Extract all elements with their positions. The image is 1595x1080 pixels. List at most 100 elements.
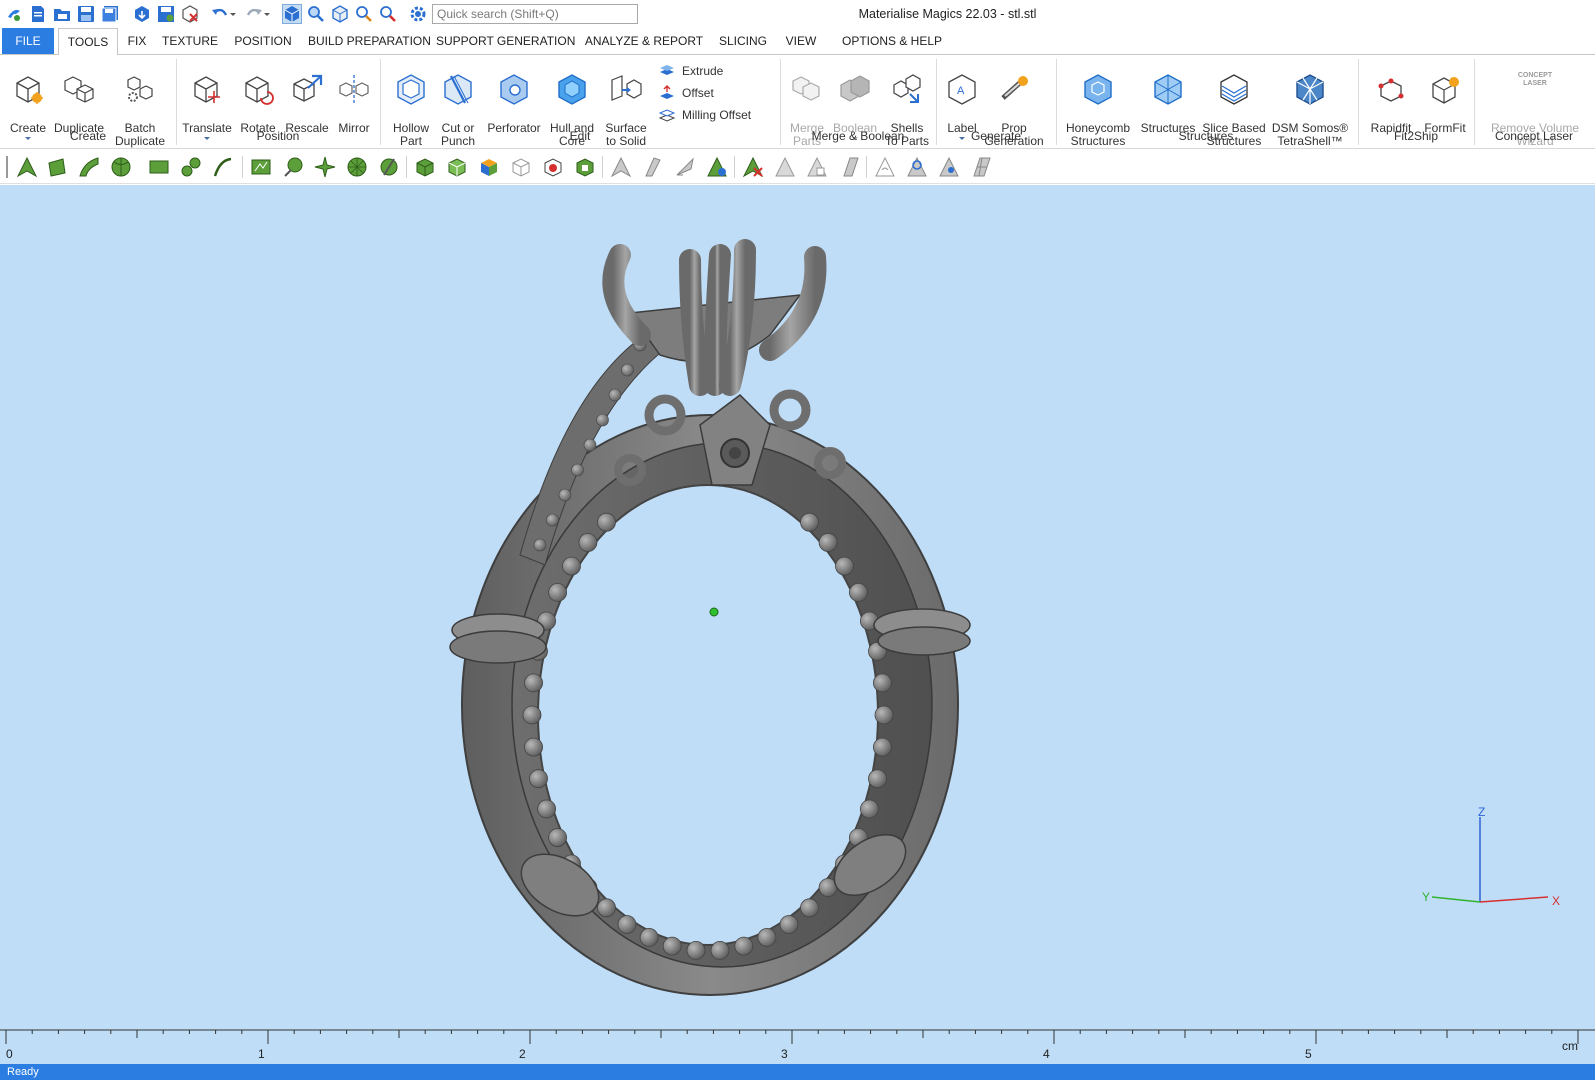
ruler-scale: 0 1 2 3 4 5 cm	[0, 1029, 1595, 1061]
bead	[734, 936, 754, 956]
ruler-label-1: 1	[258, 1047, 265, 1061]
3d-viewport[interactable]: Z Y X	[0, 185, 1595, 1033]
formfit-icon	[1432, 77, 1459, 104]
group-create-label: Create	[69, 129, 107, 143]
rapidfit-button[interactable]: Rapidfit	[1364, 59, 1418, 135]
concept-laser-logo: CONCEPT LASER	[1517, 72, 1553, 87]
perforator-button[interactable]: Perforator	[484, 59, 544, 135]
rescale-icon	[293, 74, 323, 102]
extrude-icon	[660, 65, 674, 75]
ribbon-panel: Create Duplicate Batch Duplicate Create …	[0, 54, 1595, 149]
group-concept-laser-label: Concept Laser	[1494, 129, 1574, 143]
mark-cylinder-icon[interactable]	[376, 154, 402, 180]
mark-shell-icon[interactable]	[108, 154, 134, 180]
tab-support-generation[interactable]: SUPPORT GENERATION	[436, 28, 575, 54]
rotate-icon	[245, 76, 274, 105]
view-marked-icon[interactable]	[936, 154, 962, 180]
tab-options-help[interactable]: OPTIONS & HELP	[836, 28, 948, 54]
batch-duplicate-icon	[127, 76, 153, 102]
unmark-shell-icon[interactable]	[804, 154, 830, 180]
tab-slicing[interactable]: SLICING	[716, 28, 770, 54]
toolbar-divider	[242, 156, 243, 178]
rotation-center-marker[interactable]	[709, 607, 719, 617]
tab-texture[interactable]: TEXTURE	[160, 28, 220, 54]
rapidfit-icon	[1378, 78, 1404, 102]
extrude-label: Extrude	[682, 64, 724, 78]
offset-button[interactable]: Offset	[658, 83, 714, 103]
tab-view[interactable]: VIEW	[782, 28, 820, 54]
delete-marked-icon[interactable]	[740, 154, 766, 180]
formfit-button[interactable]: FormFit	[1420, 59, 1470, 135]
axis-triad: Z Y X	[1422, 805, 1560, 908]
bead	[800, 898, 819, 918]
ruler-label-2: 2	[519, 1047, 526, 1061]
ruler-label-3: 3	[781, 1047, 788, 1061]
rescale-button[interactable]: Rescale	[282, 59, 332, 135]
unmark-all-icon[interactable]	[772, 154, 798, 180]
side-bead	[583, 438, 597, 452]
tab-tools[interactable]: TOOLS	[58, 28, 118, 55]
bead	[524, 673, 543, 693]
duplicate-button[interactable]: Duplicate	[50, 59, 108, 135]
milling-offset-button[interactable]: Milling Offset	[658, 105, 751, 125]
group-position-label: Position	[256, 129, 300, 143]
axis-x-label: X	[1552, 894, 1560, 908]
mirror-button[interactable]: Mirror	[334, 59, 374, 135]
tab-fix[interactable]: FIX	[122, 28, 152, 54]
mark-path-icon[interactable]	[210, 154, 236, 180]
group-fit2ship-label: Fit2Ship	[1393, 129, 1439, 143]
hollow-part-icon	[397, 74, 425, 105]
ruler-unit: cm	[1562, 1039, 1578, 1053]
bead	[562, 556, 581, 576]
shoulder-band-right	[873, 608, 971, 656]
mark-window-icon[interactable]	[248, 154, 274, 180]
unmark-plane-icon[interactable]	[640, 154, 666, 180]
hide-marked-icon[interactable]	[872, 154, 898, 180]
mark-triangle-icon[interactable]	[14, 154, 40, 180]
bead	[818, 533, 838, 552]
select-part-icon[interactable]	[412, 154, 438, 180]
rotate-button[interactable]: Rotate	[236, 59, 280, 135]
tab-file[interactable]: FILE	[2, 28, 54, 54]
mark-surface-icon[interactable]	[76, 154, 102, 180]
shoulder-band-left	[449, 613, 547, 664]
tab-build-preparation[interactable]: BUILD PREPARATION	[308, 28, 431, 54]
tab-position[interactable]: POSITION	[228, 28, 298, 54]
offset-icon	[660, 85, 674, 99]
unmark-surface-icon[interactable]	[672, 154, 698, 180]
mark-brush-icon[interactable]	[280, 154, 306, 180]
invert-selection-icon[interactable]	[572, 154, 598, 180]
mark-sphere-icon[interactable]	[344, 154, 370, 180]
part-settings-icon[interactable]	[540, 154, 566, 180]
mark-grid-icon[interactable]	[968, 154, 994, 180]
mark-plane-icon[interactable]	[44, 154, 70, 180]
bead	[548, 828, 567, 847]
ring-model[interactable]: Z Y X	[0, 185, 1595, 1033]
structures-icon	[1154, 74, 1182, 105]
bead	[686, 941, 706, 960]
perforator-icon	[500, 74, 528, 105]
color-part-icon[interactable]	[476, 154, 502, 180]
side-bead	[571, 463, 584, 477]
mark-rectangle-icon[interactable]	[146, 154, 172, 180]
show-marked-icon[interactable]	[904, 154, 930, 180]
mark-connected-icon[interactable]	[178, 154, 204, 180]
slice-based-structures-icon	[1220, 74, 1248, 105]
bead	[800, 512, 819, 532]
unselect-part-icon[interactable]	[508, 154, 534, 180]
mark-triangle-blue-icon[interactable]	[704, 154, 730, 180]
bead	[617, 915, 637, 934]
toolbar-grip[interactable]	[6, 156, 8, 178]
unmark-triangle-icon[interactable]	[608, 154, 634, 180]
mark-star-icon[interactable]	[312, 154, 338, 180]
mirror-icon	[339, 75, 369, 103]
tab-analyze-report[interactable]: ANALYZE & REPORT	[584, 28, 704, 54]
group-structures-label: Structures	[1178, 129, 1234, 143]
viewport-edge-handle[interactable]	[1591, 585, 1595, 601]
unmark-plane-alt-icon[interactable]	[836, 154, 862, 180]
bead	[524, 737, 543, 757]
extrude-button[interactable]: Extrude	[658, 61, 723, 81]
select-all-parts-icon[interactable]	[444, 154, 470, 180]
bead	[873, 673, 892, 693]
structures-button[interactable]: Structures	[1138, 59, 1198, 135]
